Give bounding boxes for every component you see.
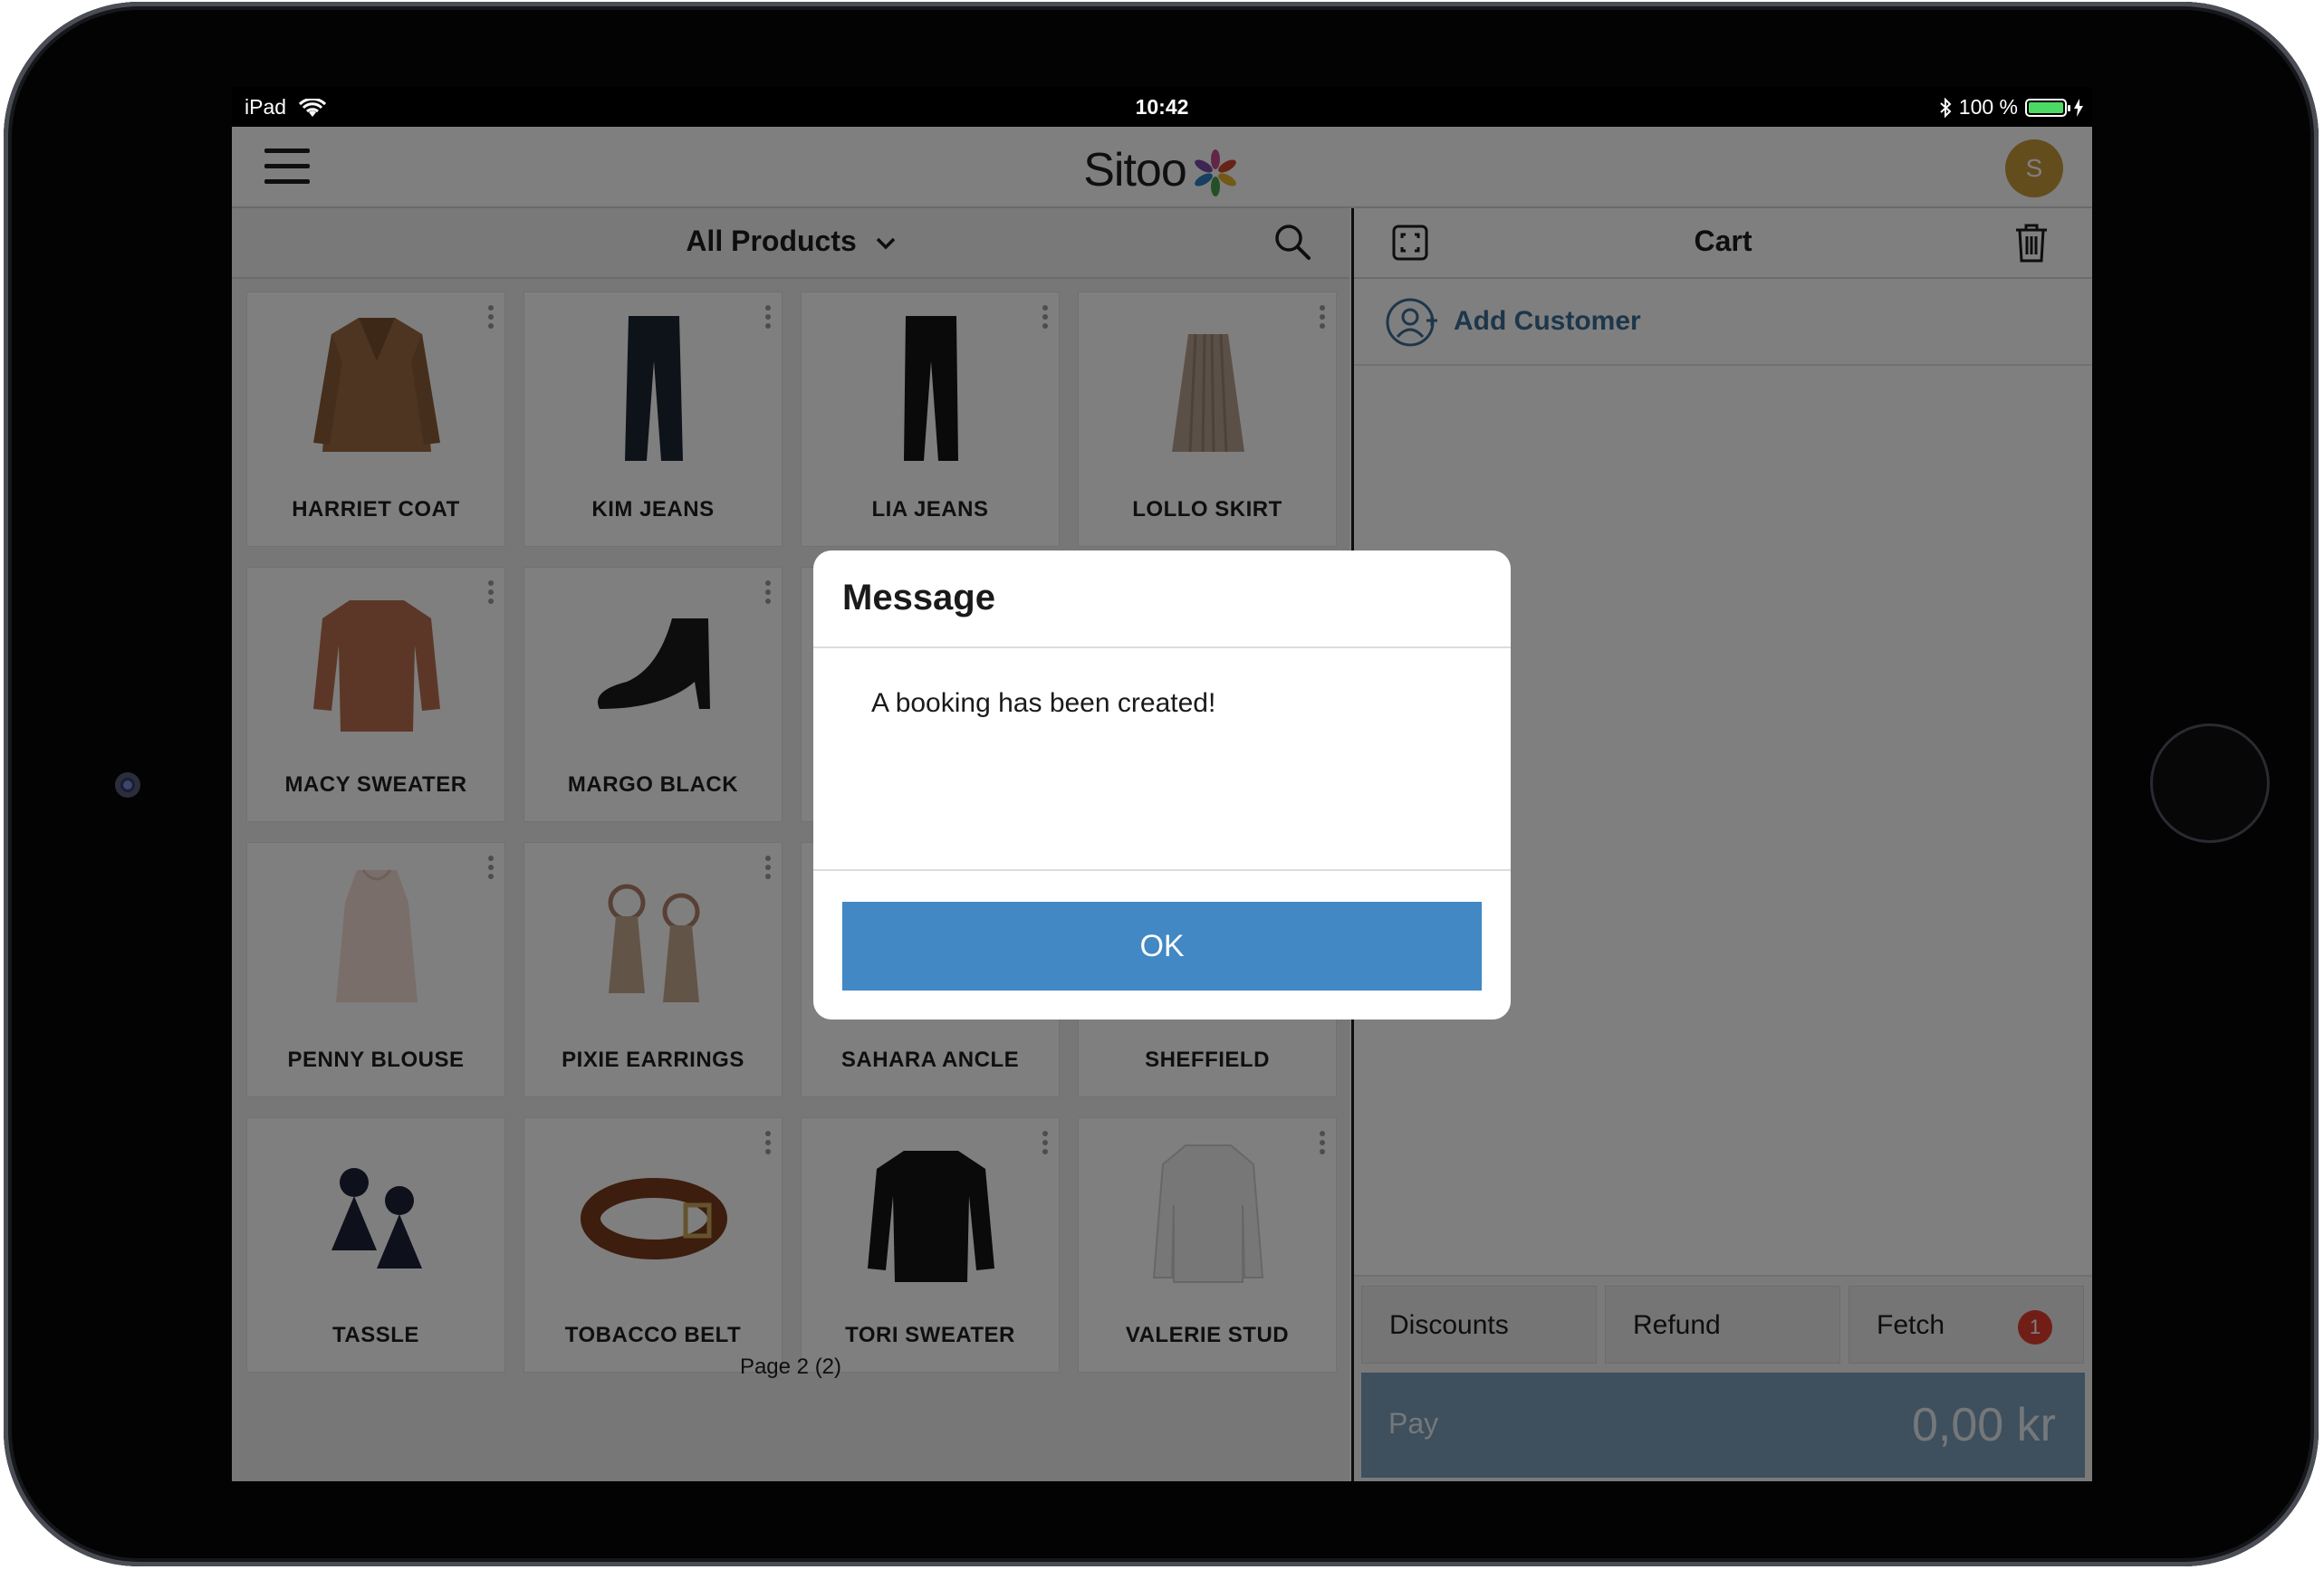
status-bar: iPad 10:42 100 % xyxy=(232,87,2092,127)
clock: 10:42 xyxy=(1135,95,1189,119)
home-button[interactable] xyxy=(2153,726,2267,840)
battery-icon xyxy=(2025,98,2070,117)
front-camera xyxy=(115,772,140,798)
bluetooth-icon xyxy=(1940,97,1952,118)
screen: iPad 10:42 100 % Message A booking has b… xyxy=(232,87,2092,1481)
dialog-header: Message xyxy=(813,550,1511,648)
ok-button[interactable]: OK xyxy=(842,902,1482,991)
message-dialog: Message A booking has been created! OK xyxy=(813,550,1511,1020)
dialog-divider xyxy=(813,869,1511,871)
battery-percent: 100 % xyxy=(1958,95,2018,119)
dialog-message: A booking has been created! xyxy=(871,688,1216,718)
dialog-title: Message xyxy=(842,578,995,617)
charging-icon xyxy=(2074,98,2083,117)
ipad-frame: iPad 10:42 100 % Message A booking has b… xyxy=(0,0,2324,1570)
